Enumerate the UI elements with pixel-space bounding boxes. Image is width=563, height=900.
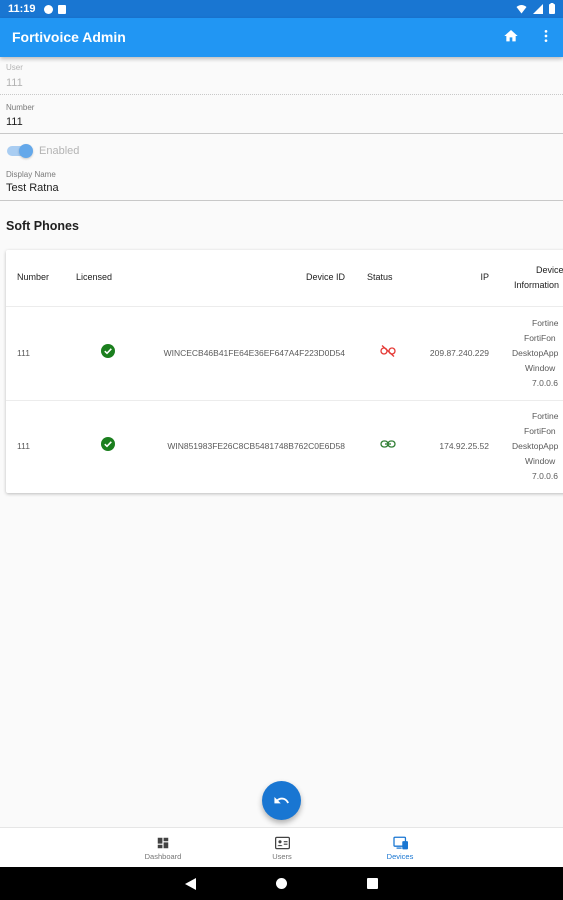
row-info-line: Fortine — [532, 411, 559, 421]
row-info-line: Window — [525, 363, 556, 373]
devices-icon — [393, 836, 408, 850]
status-time: 11:19 — [8, 3, 36, 15]
row-ip: 209.87.240.229 — [429, 348, 489, 358]
enabled-label: Enabled — [39, 145, 80, 157]
soft-phones-title: Soft Phones — [6, 219, 79, 233]
row-device-id: WIN851983FE26C8CB5481748B762C0E6D58 — [167, 441, 345, 451]
users-icon — [275, 836, 290, 850]
column-header-number: Number — [17, 272, 50, 282]
nav-devices-label: Devices — [386, 852, 414, 861]
notification-icon — [43, 4, 53, 14]
wifi-icon — [516, 4, 527, 13]
app-bar: Fortivoice Admin — [0, 18, 563, 57]
app-title: Fortivoice Admin — [12, 29, 126, 45]
column-header-status: Status — [367, 272, 393, 282]
row-ip: 174.92.25.52 — [439, 441, 489, 451]
licensed-check-icon — [101, 344, 115, 358]
back-icon[interactable] — [185, 878, 196, 890]
display-name-field[interactable]: Display Name Test Ratna — [0, 165, 563, 201]
row-number: 111 — [17, 348, 30, 358]
undo-button[interactable] — [262, 781, 301, 820]
nav-dashboard-label: Dashboard — [144, 852, 182, 861]
row-info-line: Window — [525, 456, 556, 466]
user-value: 111 — [6, 77, 23, 89]
number-label: Number — [6, 103, 35, 112]
row-info-line: DesktopApp — [512, 348, 559, 358]
nav-devices[interactable]: Devices — [370, 828, 430, 868]
system-navigation-bar — [0, 867, 563, 900]
column-header-licensed: Licensed — [76, 272, 113, 282]
nav-users-label: Users — [272, 852, 292, 861]
home-button-icon[interactable] — [276, 878, 287, 889]
link-off-icon — [380, 345, 396, 357]
battery-icon — [549, 3, 555, 14]
number-value[interactable]: 111 — [6, 116, 23, 128]
recent-apps-icon[interactable] — [367, 878, 378, 889]
row-info-line: FortiFon — [524, 333, 556, 343]
bottom-navigation: Dashboard Users Devices — [0, 827, 563, 868]
row-info-line: 7.0.0.6 — [532, 378, 558, 388]
column-header-device: Device — [536, 265, 563, 275]
more-vert-icon[interactable] — [538, 28, 554, 44]
signal-icon — [533, 3, 543, 14]
row-info-line: FortiFon — [524, 426, 556, 436]
user-label: User — [6, 63, 23, 72]
undo-icon — [274, 796, 289, 804]
nav-users[interactable]: Users — [252, 828, 312, 868]
row-info-line: DesktopApp — [512, 441, 559, 451]
number-field[interactable]: Number 111 — [0, 94, 563, 134]
column-header-device-id: Device ID — [305, 272, 345, 282]
dashboard-icon — [157, 837, 169, 849]
column-header-information: Information — [514, 280, 560, 290]
licensed-check-icon — [101, 437, 115, 451]
enabled-toggle[interactable] — [7, 144, 33, 158]
user-field: User 111 — [0, 57, 563, 95]
status-bar: 11:19 — [0, 0, 563, 18]
sim-card-icon — [57, 4, 66, 14]
nav-dashboard[interactable]: Dashboard — [133, 828, 193, 868]
soft-phones-table: Number Licensed Device ID Status IP Devi… — [6, 250, 563, 493]
row-info-line: Fortine — [532, 318, 559, 328]
home-icon[interactable] — [503, 28, 519, 44]
row-number: 111 — [17, 441, 30, 451]
row-info-line: 7.0.0.6 — [532, 471, 558, 481]
link-icon — [380, 440, 396, 448]
row-device-id: WINCECB46B41FE64E36EF647A4F223D0D54 — [163, 348, 345, 358]
column-header-ip: IP — [480, 272, 489, 282]
display-name-label: Display Name — [6, 170, 56, 179]
display-name-value[interactable]: Test Ratna — [6, 182, 59, 194]
